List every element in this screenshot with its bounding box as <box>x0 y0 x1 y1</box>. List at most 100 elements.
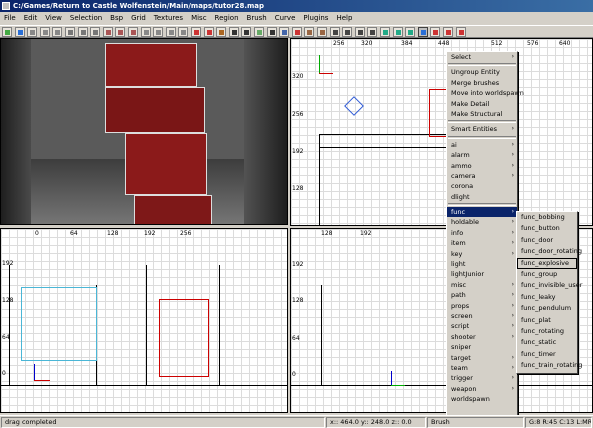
menu-curve[interactable]: Curve <box>271 12 300 24</box>
open-icon[interactable] <box>2 27 12 37</box>
submenu-item-func-button[interactable]: func_button <box>517 223 577 234</box>
submenu-item-func-bobbing[interactable]: func_bobbing <box>517 212 577 223</box>
menu-item-corona[interactable]: corona <box>447 181 517 191</box>
submenu-item-func-explosive[interactable]: func_explosive <box>517 257 577 269</box>
save-icon[interactable] <box>14 27 25 37</box>
submenu-item-func-invisible-user[interactable]: func_invisible_user <box>517 280 582 291</box>
cap-icon[interactable] <box>342 27 353 37</box>
menu-item-holdable[interactable]: holdable › <box>447 217 517 227</box>
flip-y-icon[interactable] <box>77 27 88 37</box>
rotate-y-icon[interactable] <box>115 27 126 37</box>
menu-misc[interactable]: Misc <box>187 12 210 24</box>
menu-item-item[interactable]: item › <box>447 238 517 248</box>
menu-item-props[interactable]: props › <box>447 301 517 311</box>
rotate-x-icon[interactable] <box>102 27 113 37</box>
menu-item-team[interactable]: team › <box>447 363 517 373</box>
selected-brush-side[interactable] <box>159 299 209 377</box>
menu-view[interactable]: View <box>41 12 66 24</box>
select-inside-icon[interactable] <box>153 27 164 37</box>
menu-brush[interactable]: Brush <box>243 12 271 24</box>
submenu-item-func-group[interactable]: func_group <box>517 269 577 280</box>
menu-item-target[interactable]: target › <box>447 353 517 363</box>
insert-icon[interactable] <box>329 27 340 37</box>
point-icon[interactable] <box>405 27 416 37</box>
menu-textures[interactable]: Textures <box>150 12 187 24</box>
hollow-icon[interactable] <box>216 27 227 37</box>
menu-item-make-detail[interactable]: Make Detail <box>447 99 517 109</box>
submenu-item-func-timer[interactable]: func_timer <box>517 349 577 360</box>
cubic-clip-icon[interactable] <box>266 27 277 37</box>
show-bounds-icon[interactable] <box>380 27 390 37</box>
crate-brush-3[interactable] <box>125 133 207 195</box>
submenu-item-func-pendulum[interactable]: func_pendulum <box>517 303 577 314</box>
cut-icon[interactable] <box>27 27 38 37</box>
menu-edit[interactable]: Edit <box>20 12 42 24</box>
menu-item-ammo[interactable]: ammo › <box>447 161 517 171</box>
bend-icon[interactable] <box>317 27 327 37</box>
menu-item-dlight[interactable]: dlight <box>447 192 517 202</box>
menu-item-ungroup-entity[interactable]: Ungroup Entity <box>447 67 517 77</box>
menu-item-smart-entities[interactable]: Smart Entities › <box>447 124 517 134</box>
weld-icon[interactable] <box>354 27 365 37</box>
submenu-item-func-leaky[interactable]: func_leaky <box>517 292 577 303</box>
select-touching-icon[interactable] <box>165 27 176 37</box>
submenu-item-func-rotating[interactable]: func_rotating <box>517 326 577 337</box>
menu-item-sniper[interactable]: sniper <box>447 342 517 352</box>
menu-item-screen[interactable]: screen › <box>447 311 517 321</box>
region-icon[interactable] <box>443 27 453 37</box>
csg-merge-icon[interactable] <box>203 27 214 37</box>
xz-side-view[interactable]: 0 64 128 192 256 192 128 64 0 <box>0 228 288 413</box>
crate-brush-4[interactable] <box>134 195 212 224</box>
bsp-icon[interactable] <box>455 27 466 37</box>
select-complete-icon[interactable] <box>140 27 151 37</box>
submenu-item-func-train-rotating[interactable]: func_train_rotating <box>517 360 582 371</box>
menu-item-func[interactable]: func › <box>447 207 517 218</box>
drag-icon[interactable] <box>417 27 428 37</box>
menu-item-move-into-worldspawn[interactable]: Move into worldspawn <box>447 88 524 98</box>
crate-brush-2[interactable] <box>105 87 205 133</box>
menu-help[interactable]: Help <box>332 12 356 24</box>
menu-item-worldspawn[interactable]: worldspawn <box>447 394 517 404</box>
rotate-z-icon[interactable] <box>128 27 138 37</box>
menu-file[interactable]: File <box>0 12 20 24</box>
csg-subtract-icon[interactable] <box>191 27 201 37</box>
submenu-item-func-door-rotating[interactable]: func_door_rotating <box>517 246 582 257</box>
select-partial-icon[interactable] <box>178 27 189 37</box>
menu-grid[interactable]: Grid <box>127 12 150 24</box>
paste-icon[interactable] <box>52 27 63 37</box>
camera-3d-view[interactable] <box>0 38 288 225</box>
menu-item-merge-brushes[interactable]: Merge brushes <box>447 78 517 88</box>
menu-item-key[interactable]: key › <box>447 249 517 259</box>
xy-top-view[interactable]: 256 320 384 448 512 576 640 320 256 192 … <box>290 38 593 226</box>
tex-lock-icon[interactable] <box>430 27 441 37</box>
flip-x-icon[interactable] <box>65 27 75 37</box>
drill-icon[interactable] <box>367 27 378 37</box>
submenu-item-func-plat[interactable]: func_plat <box>517 315 577 326</box>
flip-z-icon[interactable] <box>90 27 101 37</box>
menu-item-script[interactable]: script › <box>447 321 517 331</box>
menu-item-info[interactable]: info › <box>447 228 517 238</box>
change-view-icon[interactable] <box>241 27 252 37</box>
menu-item-select[interactable]: Select › <box>447 52 517 62</box>
menu-region[interactable]: Region <box>211 12 243 24</box>
menu-item-path[interactable]: path › <box>447 290 517 300</box>
menu-item-lightjunior[interactable]: lightJunior <box>447 269 517 279</box>
menu-item-weapon[interactable]: weapon › <box>447 384 517 394</box>
menu-item-make-structural[interactable]: Make Structural <box>447 109 517 119</box>
copy-icon[interactable] <box>39 27 50 37</box>
submenu-item-func-static[interactable]: func_static <box>517 337 577 348</box>
submenu-item-func-door[interactable]: func_door <box>517 235 577 246</box>
menu-item-trigger[interactable]: trigger › <box>447 373 517 383</box>
menu-item-alarm[interactable]: alarm › <box>447 150 517 160</box>
crate-brush-1[interactable] <box>105 43 197 87</box>
title-bar[interactable]: C:/Games/Return to Castle Wolfenstein/Ma… <box>0 0 593 12</box>
menu-item-shooter[interactable]: shooter › <box>447 332 517 342</box>
menu-bsp[interactable]: Bsp <box>106 12 127 24</box>
menu-item-ai[interactable]: ai › <box>447 140 517 150</box>
brush-select-icon[interactable] <box>392 27 403 37</box>
menu-plugins[interactable]: Plugins <box>299 12 332 24</box>
clipper-icon[interactable] <box>228 27 239 37</box>
menu-item-misc[interactable]: misc › <box>447 280 517 290</box>
patch-icon[interactable] <box>304 27 315 37</box>
menu-item-camera[interactable]: camera › <box>447 171 517 181</box>
